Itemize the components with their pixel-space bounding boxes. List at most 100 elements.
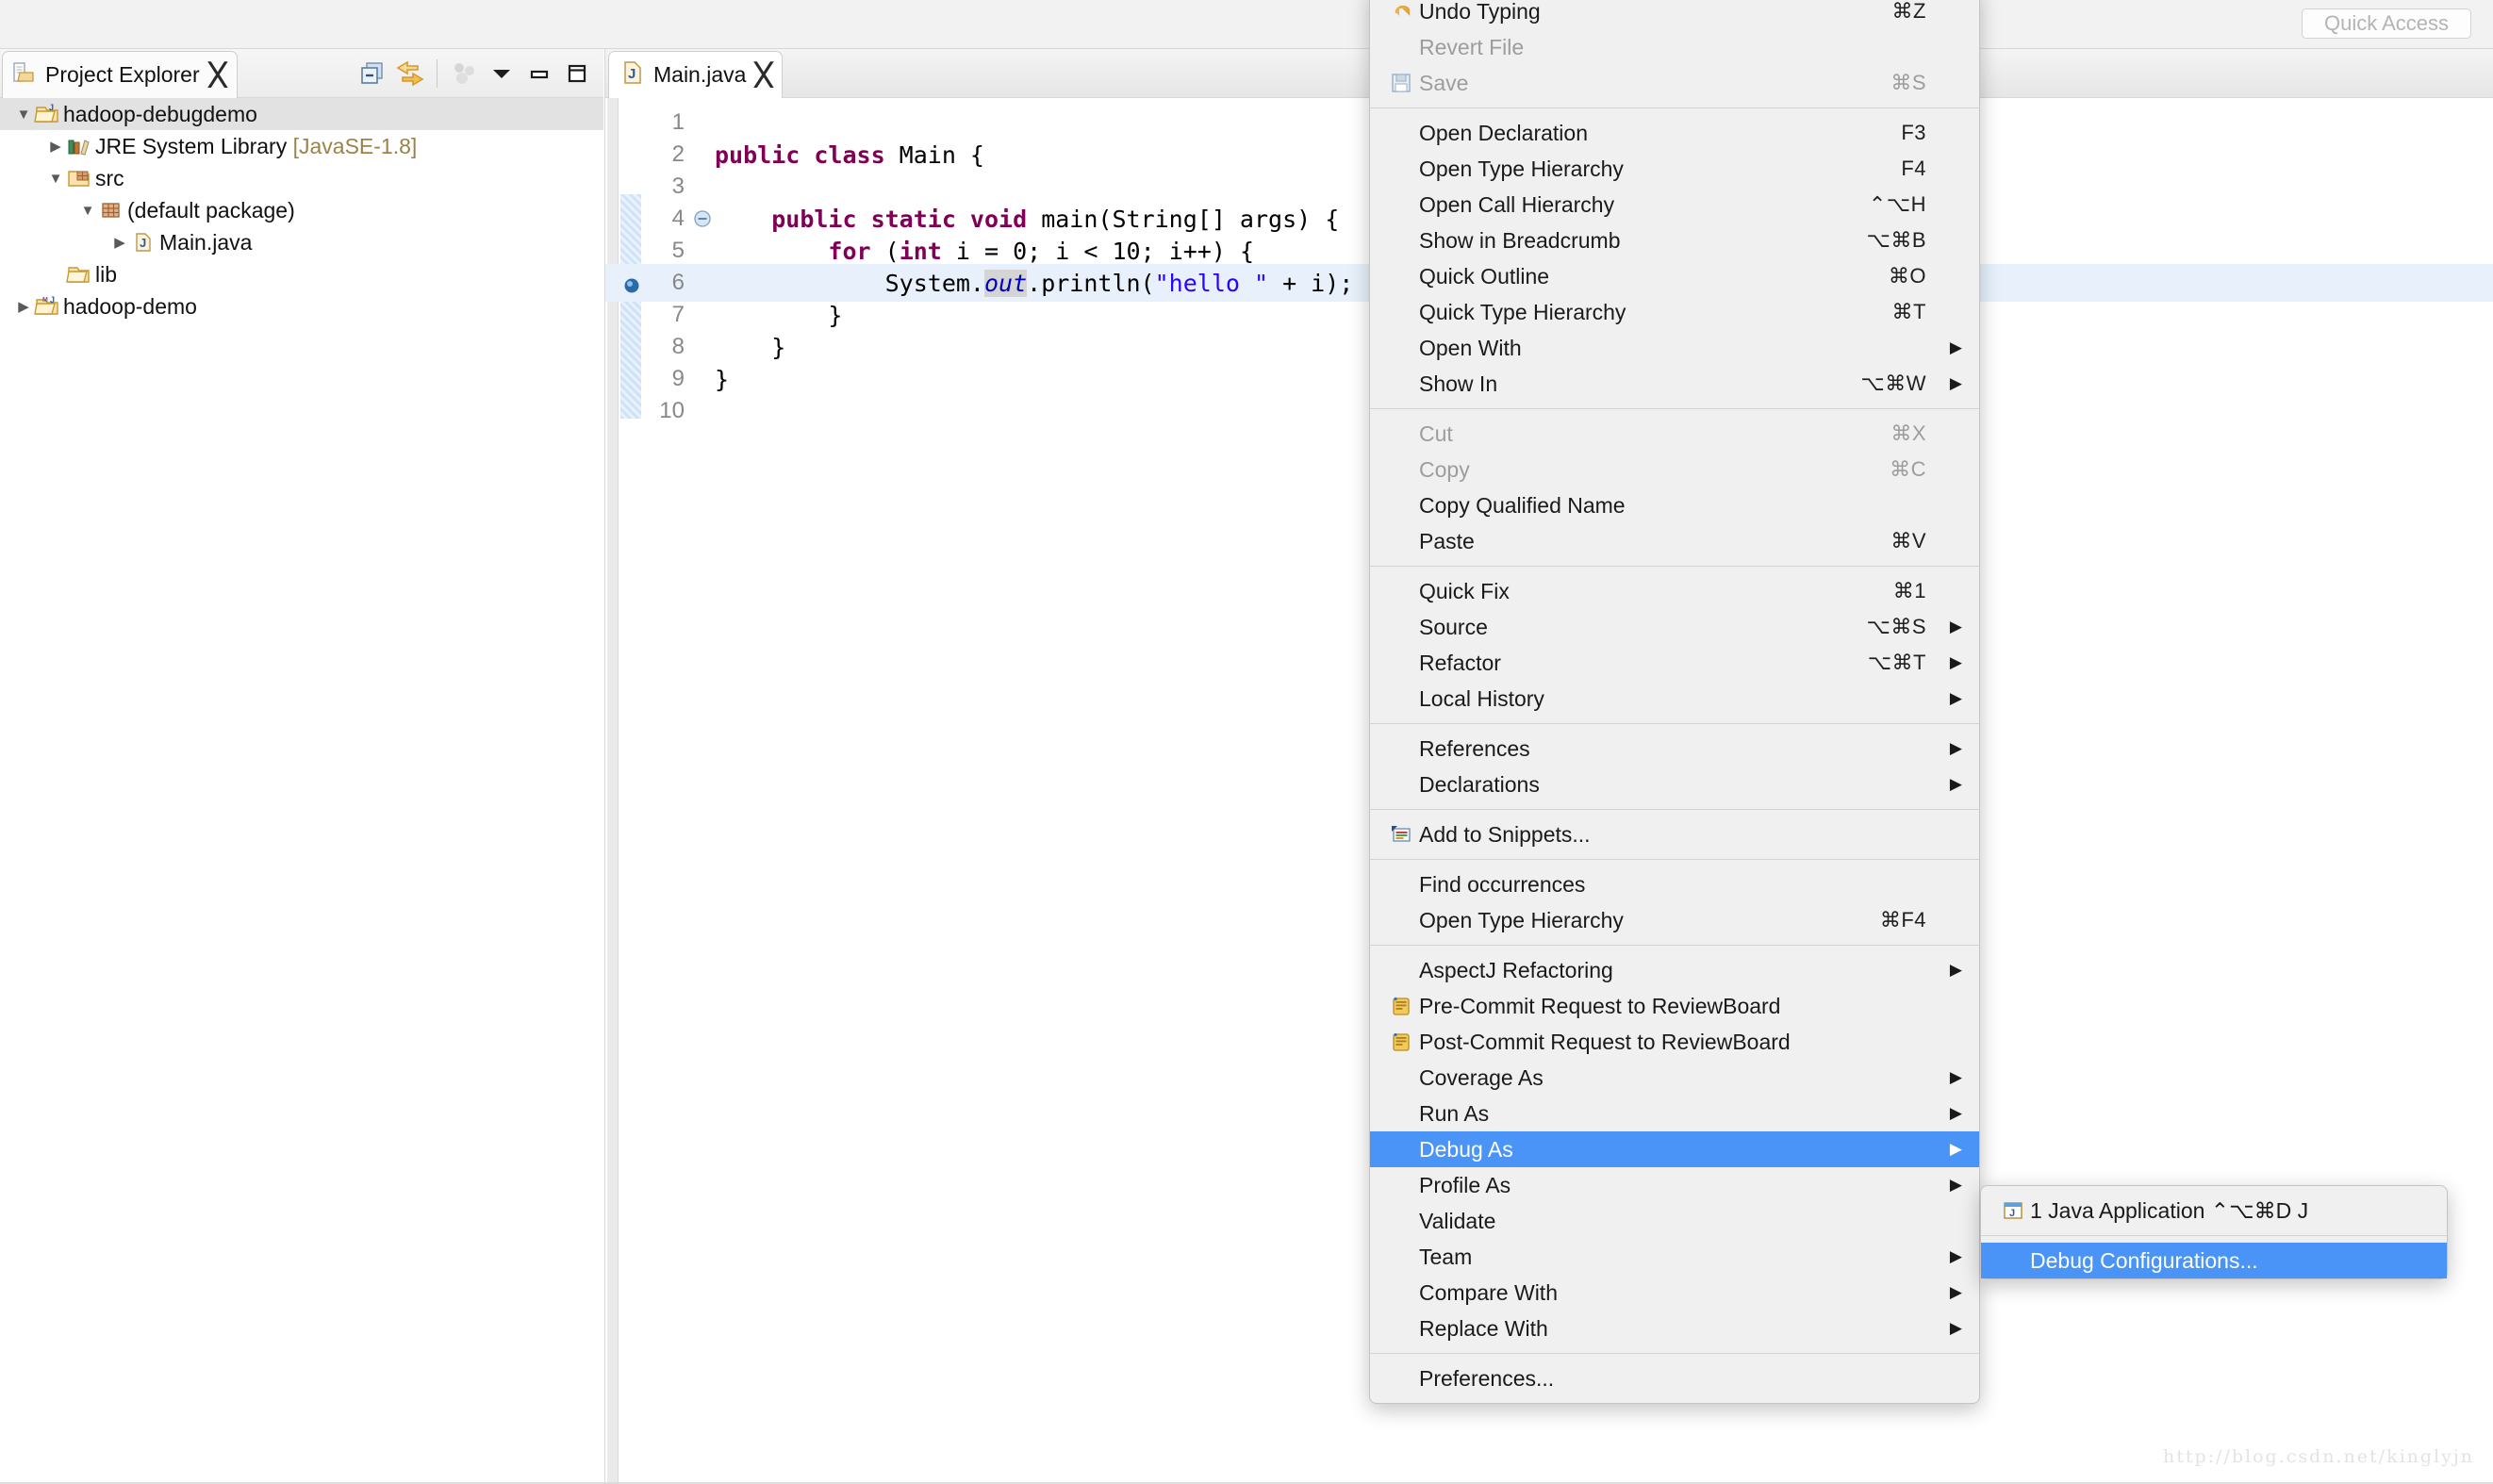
tree-item-lib[interactable]: lib: [0, 258, 603, 290]
link-with-editor-icon[interactable]: [391, 53, 429, 94]
tree-item-hadoop-debugdemo[interactable]: ▼ J hadoop-debugdemo: [0, 98, 603, 130]
tab-project-explorer[interactable]: Project Explorer ╳: [2, 51, 239, 98]
menu-item-copy-qualified-name[interactable]: Copy Qualified Name: [1370, 487, 1979, 523]
undo-icon: [1391, 0, 1419, 23]
submenu-arrow-icon: ▶: [1949, 775, 1962, 793]
line-number: 5: [671, 238, 685, 263]
tree-item-main-java[interactable]: ▶ J Main.java: [0, 226, 603, 258]
menu-item-label: Quick Fix: [1419, 578, 1510, 603]
menu-item-source[interactable]: Source ⌥⌘S ▶: [1370, 609, 1979, 645]
menu-item-label: Preferences...: [1419, 1365, 1555, 1391]
menu-item-compare-with[interactable]: Compare With ▶: [1370, 1275, 1979, 1311]
menu-item-shortcut: ⌘Z: [1891, 0, 1926, 23]
menu-item-quick-outline[interactable]: Quick Outline ⌘O: [1370, 258, 1979, 294]
menu-item-shortcut: ⌥⌘B: [1866, 228, 1926, 252]
twisty-closed-icon[interactable]: ▶: [13, 298, 34, 315]
menu-item-refactor[interactable]: Refactor ⌥⌘T ▶: [1370, 645, 1979, 681]
menu-item-label: Add to Snippets...: [1419, 821, 1591, 847]
line-text: }: [715, 365, 730, 393]
menu-item-1-java-application-d-j[interactable]: J 1 Java Application ⌃⌥⌘D J: [1981, 1193, 2447, 1228]
menu-item-quick-fix[interactable]: Quick Fix ⌘1: [1370, 573, 1979, 609]
debug-as-submenu[interactable]: J 1 Java Application ⌃⌥⌘D J Debug Configur…: [1980, 1185, 2448, 1279]
tab-main-java[interactable]: J Main.java ╳: [608, 51, 784, 98]
menu-item-coverage-as[interactable]: Coverage As ▶: [1370, 1060, 1979, 1096]
menu-item-shortcut: ⌘O: [1888, 264, 1926, 288]
menu-item-debug-configurations[interactable]: Debug Configurations...: [1981, 1243, 2447, 1278]
menu-item-label: Refactor: [1419, 650, 1501, 675]
line-number: 4: [671, 206, 685, 231]
menu-item-open-declaration[interactable]: Open Declaration F3: [1370, 115, 1979, 151]
menu-item-open-type-hierarchy[interactable]: Open Type Hierarchy F4: [1370, 151, 1979, 187]
submenu-arrow-icon: ▶: [1949, 338, 1962, 356]
minimize-icon[interactable]: [520, 53, 558, 94]
editor-tab-title: Main.java: [653, 62, 747, 87]
menu-item-add-to-snippets[interactable]: Add to Snippets...: [1370, 816, 1979, 852]
menu-item-quick-type-hierarchy[interactable]: Quick Type Hierarchy ⌘T: [1370, 294, 1979, 330]
twisty-closed-icon[interactable]: ▶: [109, 234, 130, 251]
menu-item-pre-commit-request-to-reviewboard[interactable]: Pre-Commit Request to ReviewBoard: [1370, 988, 1979, 1024]
line-number: 8: [671, 334, 685, 359]
submenu-arrow-icon: ▶: [1949, 1104, 1962, 1122]
menu-item-shortcut: ⌘V: [1890, 529, 1926, 552]
menu-item-post-commit-request-to-reviewboard[interactable]: Post-Commit Request to ReviewBoard: [1370, 1024, 1979, 1060]
menu-item-shortcut: ⌘1: [1892, 579, 1926, 602]
project-explorer-title: Project Explorer: [45, 62, 200, 87]
menu-item-aspectj-refactoring[interactable]: AspectJ Refactoring ▶: [1370, 952, 1979, 988]
close-icon[interactable]: ╳: [209, 62, 225, 88]
menu-item-label: Source: [1419, 614, 1488, 639]
menu-item-label: Debug Configurations...: [2030, 1247, 2258, 1273]
menu-item-label: Open Declaration: [1419, 120, 1588, 145]
svg-text:J: J: [2009, 1208, 2015, 1219]
menu-item-declarations[interactable]: Declarations ▶: [1370, 767, 1979, 802]
menu-item-label: Paste: [1419, 528, 1475, 553]
collapse-all-icon[interactable]: [354, 53, 391, 94]
breakpoint-icon[interactable]: [622, 273, 641, 293]
tree-item-jre-system-library[interactable]: ▶ JRE System Library [JavaSE-1.8]: [0, 130, 603, 162]
menu-item-open-with[interactable]: Open With ▶: [1370, 330, 1979, 366]
maximize-icon[interactable]: [558, 53, 596, 94]
menu-item-revert-file: Revert File: [1370, 29, 1979, 65]
menu-item-save: Save ⌘S: [1370, 65, 1979, 101]
submenu-arrow-icon: ▶: [1949, 653, 1962, 671]
editor-context-menu[interactable]: Undo Typing ⌘Z Revert File Save ⌘S Open Decla…: [1369, 0, 1980, 1404]
menu-item-show-in[interactable]: Show In ⌥⌘W ▶: [1370, 366, 1979, 402]
tree-item-default-package[interactable]: ▼ (default package): [0, 194, 603, 226]
twisty-open-icon[interactable]: ▼: [13, 107, 34, 123]
menu-item-find-occurrences[interactable]: Find occurrences: [1370, 866, 1979, 902]
project-tree[interactable]: ▼ J hadoop-debugdemo ▶ JRE System Librar…: [0, 98, 603, 322]
menu-item-local-history[interactable]: Local History ▶: [1370, 681, 1979, 717]
twisty-open-icon[interactable]: ▼: [77, 203, 98, 219]
twisty-closed-icon[interactable]: ▶: [45, 138, 66, 155]
svg-text:J: J: [628, 66, 636, 82]
tree-item-hadoop-demo[interactable]: ▶ M J hadoop-demo: [0, 290, 603, 322]
twisty-open-icon[interactable]: ▼: [45, 171, 66, 187]
java-application-icon: J: [2002, 1199, 2030, 1222]
menu-item-open-type-hierarchy[interactable]: Open Type Hierarchy ⌘F4: [1370, 902, 1979, 938]
menu-item-open-call-hierarchy[interactable]: Open Call Hierarchy ⌃⌥H: [1370, 187, 1979, 223]
menu-item-paste[interactable]: Paste ⌘V: [1370, 523, 1979, 559]
menu-item-validate[interactable]: Validate: [1370, 1203, 1979, 1239]
chevron-down-icon[interactable]: [483, 53, 520, 94]
menu-item-profile-as[interactable]: Profile As ▶: [1370, 1167, 1979, 1203]
menu-item-show-in-breadcrumb[interactable]: Show in Breadcrumb ⌥⌘B: [1370, 223, 1979, 258]
tree-item-src[interactable]: ▼ src: [0, 162, 603, 194]
menu-item-label: Show in Breadcrumb: [1419, 227, 1621, 253]
menu-item-debug-as[interactable]: Debug As ▶: [1370, 1131, 1979, 1167]
tree-item-label: hadoop-demo: [63, 293, 197, 319]
menu-item-preferences[interactable]: Preferences...: [1370, 1360, 1979, 1396]
svg-text:J: J: [50, 295, 55, 305]
view-menu-icon[interactable]: [445, 53, 483, 94]
menu-item-replace-with[interactable]: Replace With ▶: [1370, 1311, 1979, 1346]
quick-access-input[interactable]: Quick Access: [2302, 8, 2471, 39]
line-text: System.out.println("hello " + i);: [715, 269, 1354, 297]
menu-item-run-as[interactable]: Run As ▶: [1370, 1096, 1979, 1131]
collapse-fold-icon[interactable]: [690, 208, 715, 229]
menu-item-undo-typing[interactable]: Undo Typing ⌘Z: [1370, 0, 1979, 29]
menu-item-team[interactable]: Team ▶: [1370, 1239, 1979, 1275]
source-folder-icon: [66, 166, 92, 190]
menu-item-label: Debug As: [1419, 1136, 1513, 1162]
menu-item-references[interactable]: References ▶: [1370, 731, 1979, 767]
line-text: }: [715, 333, 786, 361]
close-icon[interactable]: ╳: [756, 62, 772, 88]
menu-item-shortcut: ⌥⌘W: [1860, 371, 1926, 395]
